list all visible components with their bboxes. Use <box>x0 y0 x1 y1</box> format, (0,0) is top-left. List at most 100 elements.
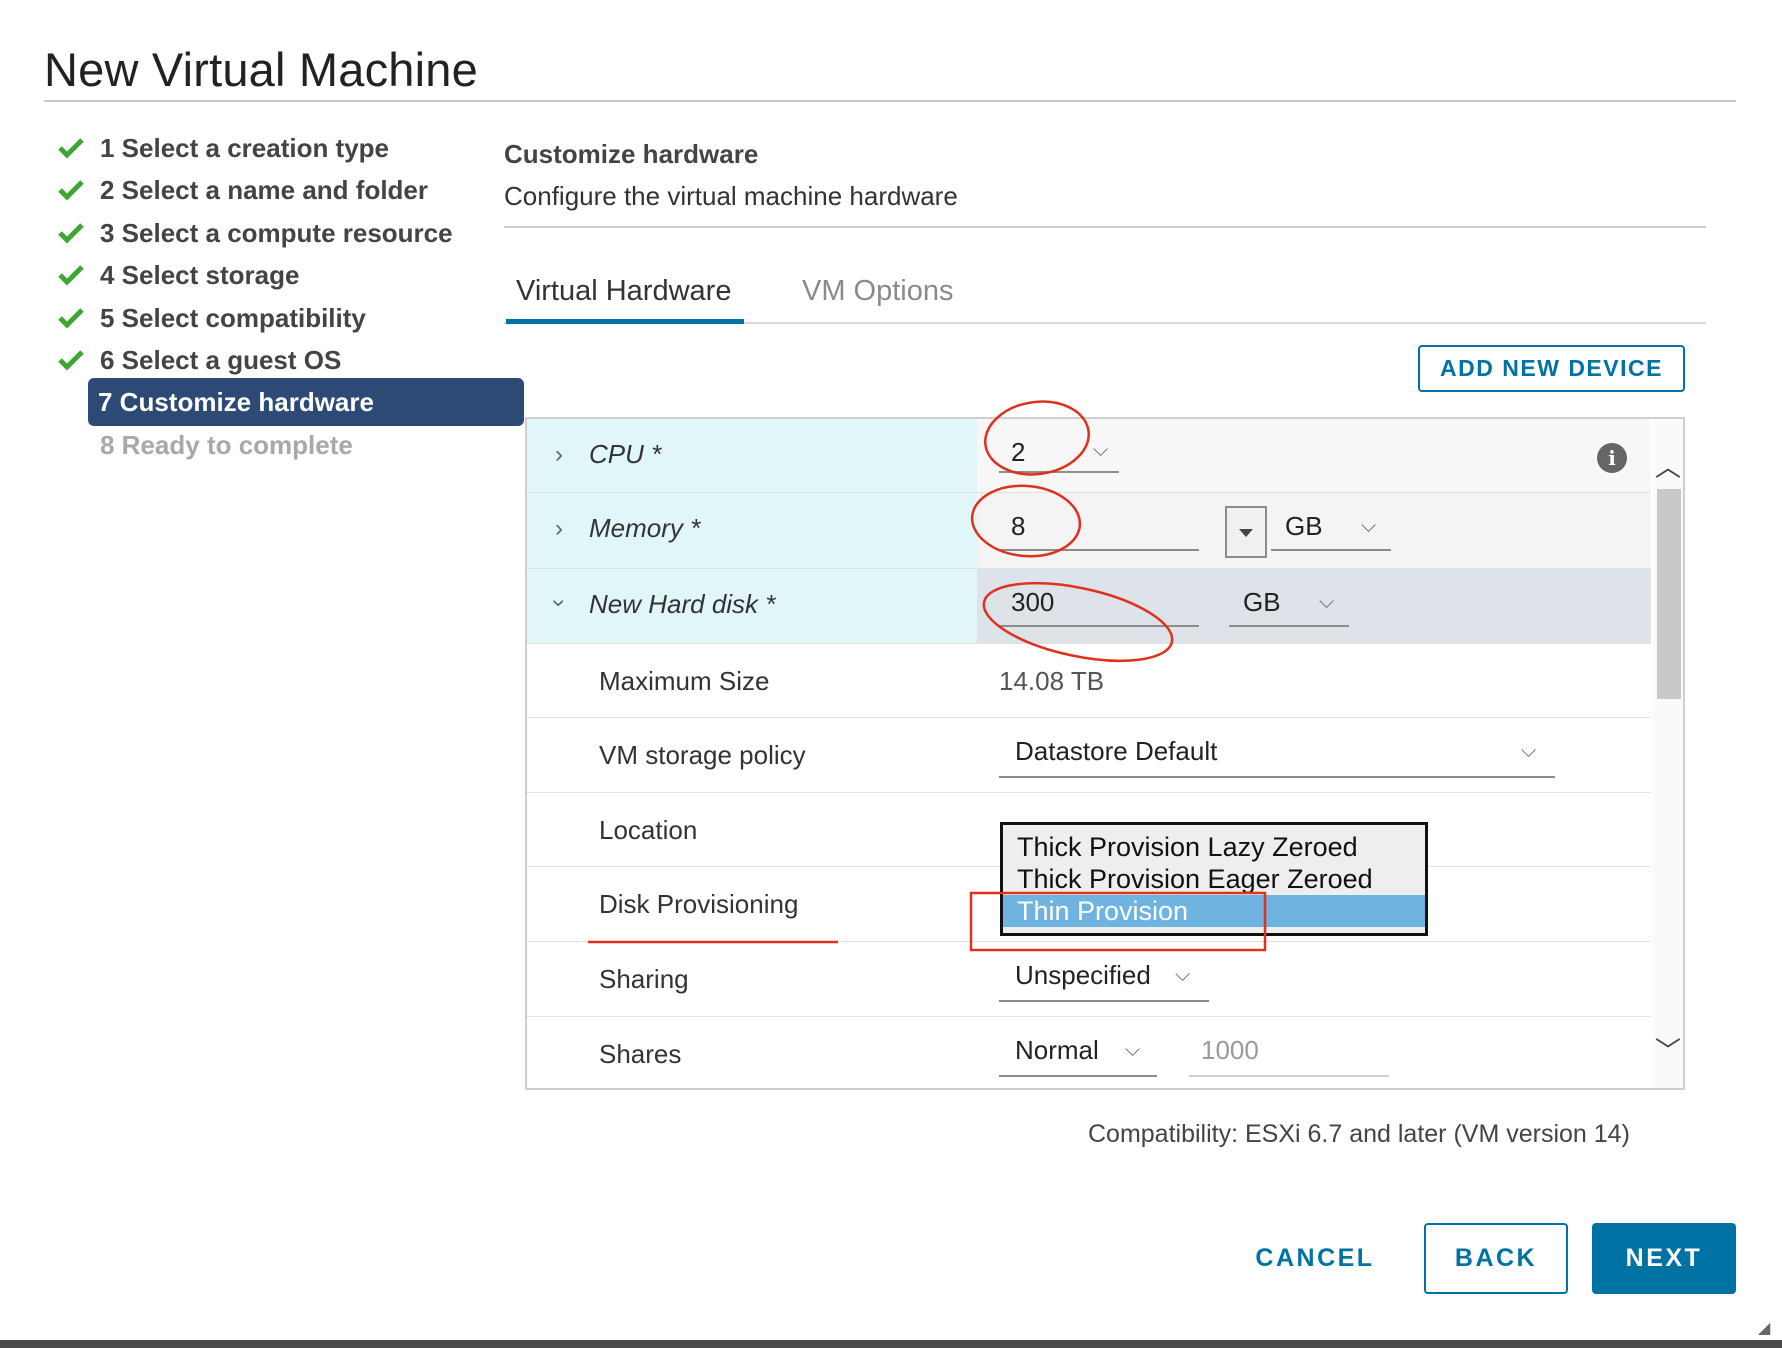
step-7-active[interactable]: 7 Customize hardware <box>88 378 524 426</box>
chevron-down-icon: ⌵ <box>1125 1039 1141 1061</box>
tab-virtual-hardware[interactable]: Virtual Hardware <box>506 268 744 324</box>
step-label: 6 Select a guest OS <box>100 344 342 375</box>
chevron-down-icon: ⌵ <box>1361 515 1377 537</box>
maximum-size-value: 14.08 TB <box>999 666 1105 696</box>
step-1[interactable]: 1 Select a creation type <box>58 128 389 168</box>
memory-value: 8 <box>1011 511 1026 541</box>
compatibility-text: Compatibility: ESXi 6.7 and later (VM ve… <box>1088 1120 1630 1148</box>
cpu-value: 2 <box>1011 437 1026 467</box>
title-divider <box>44 100 1736 102</box>
step-2[interactable]: 2 Select a name and folder <box>58 170 428 210</box>
info-icon[interactable]: i <box>1597 443 1627 473</box>
storage-policy-select[interactable]: Datastore Default ⌵ <box>999 736 1555 778</box>
hardware-panel: › CPU * 2 ⌵ i › Memory * 8 GB ⌵ › New Ha… <box>525 417 1685 1090</box>
shares-level-value: Normal <box>1015 1035 1099 1065</box>
cpu-label: CPU * <box>589 439 662 469</box>
memory-unit-select[interactable]: GB ⌵ <box>1271 511 1391 551</box>
step-label: 5 Select compatibility <box>100 302 366 333</box>
step-3[interactable]: 3 Select a compute resource <box>58 213 453 253</box>
dialog-title: New Virtual Machine <box>44 43 478 96</box>
section-subtitle: Configure the virtual machine hardware <box>504 181 958 211</box>
add-new-device-button[interactable]: ADD NEW DEVICE <box>1418 345 1685 392</box>
section-title: Customize hardware <box>504 139 759 169</box>
storage-policy-value: Datastore Default <box>1015 736 1218 766</box>
cpu-label-cell: › CPU * <box>527 419 977 492</box>
check-icon <box>58 349 100 371</box>
step-label: 8 Ready to complete <box>100 429 353 460</box>
cpu-value-cell: 2 ⌵ i <box>977 419 1651 492</box>
hard-disk-label: New Hard disk * <box>589 589 776 619</box>
step-8: 8 Ready to complete <box>100 425 353 465</box>
chevron-down-icon: ⌵ <box>1521 740 1537 762</box>
scroll-up-icon[interactable]: ︿ <box>1655 447 1681 484</box>
hw-row-sharing: Sharing Unspecified ⌵ <box>527 942 1651 1017</box>
hw-row-maximum-size: Maximum Size 14.08 TB <box>527 644 1651 718</box>
hw-row-shares: Shares Normal ⌵ 1000 <box>527 1017 1651 1088</box>
hard-disk-label-cell: › New Hard disk * <box>527 569 977 643</box>
tab-bar: Virtual Hardware VM Options <box>504 268 1706 324</box>
shares-level-select[interactable]: Normal ⌵ <box>999 1035 1157 1077</box>
check-icon <box>58 137 100 159</box>
window-bottom-edge <box>0 1340 1782 1348</box>
step-label: 4 Select storage <box>100 259 300 290</box>
shares-amount-input[interactable]: 1000 <box>1189 1035 1389 1077</box>
sharing-label: Sharing <box>599 964 689 994</box>
next-button[interactable]: NEXT <box>1592 1223 1736 1294</box>
hardware-scrollbar[interactable]: ︿ ﹀ <box>1653 419 1683 1088</box>
step-label: 7 Customize hardware <box>98 386 374 417</box>
memory-value-cell: 8 GB ⌵ <box>977 493 1651 568</box>
section-divider <box>504 226 1706 228</box>
step-4[interactable]: 4 Select storage <box>58 255 299 295</box>
check-icon <box>58 222 100 244</box>
hw-row-cpu: › CPU * 2 ⌵ i <box>527 419 1651 493</box>
scroll-down-icon[interactable]: ﹀ <box>1655 1031 1681 1068</box>
step-label: 1 Select a creation type <box>100 132 390 163</box>
storage-policy-label: VM storage policy <box>599 740 806 770</box>
resize-grip-icon[interactable]: ◢ <box>1758 1318 1770 1338</box>
back-button[interactable]: BACK <box>1424 1223 1568 1294</box>
chevron-down-icon: ⌵ <box>1319 591 1335 613</box>
step-6[interactable]: 6 Select a guest OS <box>58 340 341 380</box>
chevron-down-icon[interactable]: › <box>545 599 573 607</box>
step-5[interactable]: 5 Select compatibility <box>58 298 366 338</box>
option-thin-provision[interactable]: Thin Provision <box>1003 895 1425 927</box>
step-label: 2 Select a name and folder <box>100 174 429 205</box>
memory-unit: GB <box>1285 511 1323 541</box>
hard-disk-value-cell: 300 GB ⌵ <box>977 569 1651 643</box>
caret-down-icon <box>1239 529 1253 537</box>
scroll-thumb[interactable] <box>1657 489 1681 699</box>
chevron-right-icon[interactable]: › <box>555 441 563 469</box>
disk-provisioning-label: Disk Provisioning <box>599 889 799 919</box>
chevron-down-icon: ⌵ <box>1175 964 1191 986</box>
memory-label: Memory * <box>589 513 701 543</box>
chevron-right-icon[interactable]: › <box>555 515 563 543</box>
shares-amount-value: 1000 <box>1201 1035 1259 1065</box>
option-thick-eager[interactable]: Thick Provision Eager Zeroed <box>1003 863 1425 895</box>
check-icon <box>58 264 100 286</box>
hw-row-hard-disk: › New Hard disk * 300 GB ⌵ <box>527 569 1651 644</box>
hard-disk-size-value: 300 <box>1011 587 1055 617</box>
memory-input[interactable]: 8 <box>999 511 1199 551</box>
cancel-button[interactable]: CANCEL <box>1240 1223 1390 1294</box>
chevron-down-icon: ⌵ <box>1093 439 1109 461</box>
hard-disk-unit-select[interactable]: GB ⌵ <box>1229 587 1349 627</box>
cpu-select[interactable]: 2 ⌵ <box>999 437 1119 473</box>
step-label: 3 Select a compute resource <box>100 217 453 248</box>
option-thick-lazy[interactable]: Thick Provision Lazy Zeroed <box>1003 831 1425 863</box>
maximum-size-label: Maximum Size <box>599 666 770 696</box>
check-icon <box>58 307 100 329</box>
hard-disk-size-input[interactable]: 300 <box>999 587 1199 627</box>
memory-stepper-dropdown[interactable] <box>1225 506 1267 558</box>
disk-provisioning-listbox[interactable]: Thick Provision Lazy Zeroed Thick Provis… <box>1000 822 1428 936</box>
sharing-value: Unspecified <box>1015 960 1151 990</box>
hw-row-memory: › Memory * 8 GB ⌵ <box>527 493 1651 569</box>
new-vm-dialog: New Virtual Machine 1 Select a creation … <box>0 0 1782 1348</box>
tab-vm-options[interactable]: VM Options <box>802 268 954 324</box>
hw-row-storage-policy: VM storage policy Datastore Default ⌵ <box>527 718 1651 793</box>
shares-label: Shares <box>599 1039 682 1069</box>
memory-label-cell: › Memory * <box>527 493 977 568</box>
location-label: Location <box>599 815 698 845</box>
sharing-select[interactable]: Unspecified ⌵ <box>999 960 1209 1002</box>
check-icon <box>58 179 100 201</box>
hard-disk-unit: GB <box>1243 587 1281 617</box>
